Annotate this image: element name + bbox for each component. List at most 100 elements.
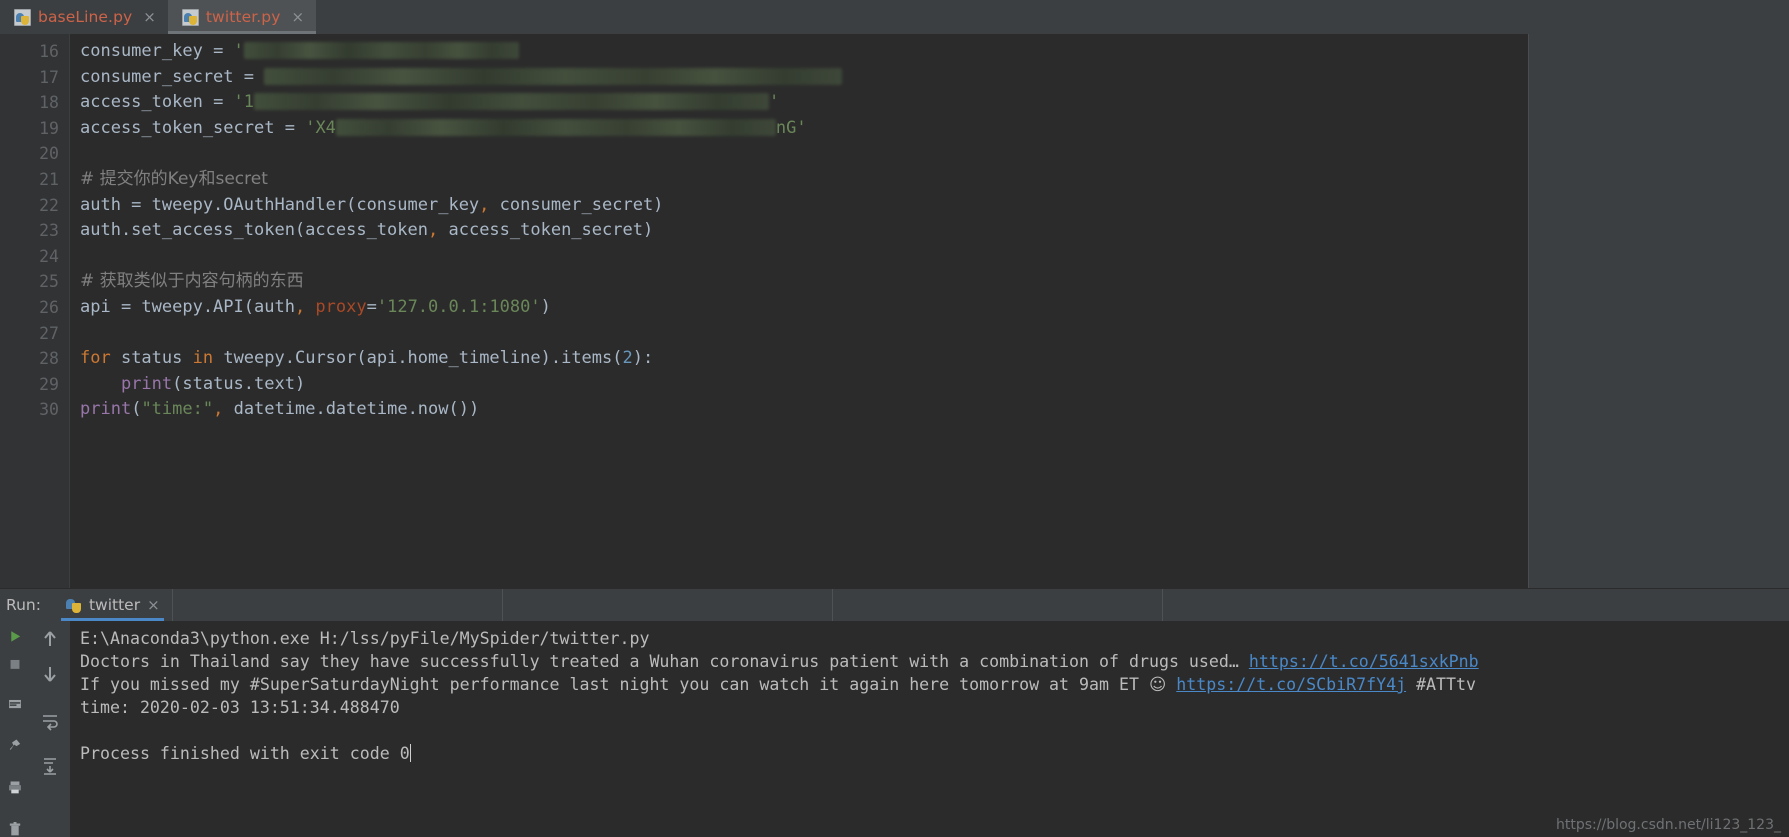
redacted-secret xyxy=(243,42,519,59)
code-token: tweepy.Cursor(api.home_timeline).items( xyxy=(213,348,623,369)
editor-tab-baseline[interactable]: baseLine.py × xyxy=(0,0,168,34)
close-icon[interactable]: × xyxy=(292,9,305,25)
close-icon[interactable]: × xyxy=(147,596,160,614)
line-number: 19 xyxy=(39,118,59,138)
print-button[interactable] xyxy=(5,780,25,795)
code-token: = xyxy=(202,92,234,113)
code-token: ' xyxy=(233,92,244,113)
python-file-icon xyxy=(181,8,199,26)
code-token: ' xyxy=(233,41,244,61)
code-token: ): xyxy=(632,348,654,369)
line-number: 29 xyxy=(39,374,59,394)
console-text: Doctors in Thailand say they have succes… xyxy=(80,652,1249,671)
line-number: 22 xyxy=(39,195,59,215)
run-tool-window-body: E:\Anaconda3\python.exe H:/lss/pyFile/My… xyxy=(0,621,1789,837)
code-token: "time:" xyxy=(141,399,214,420)
code-token: print xyxy=(80,399,132,420)
run-tool-window-header: Run: twitter × xyxy=(0,588,1789,621)
code-line: consumer_key = ' xyxy=(80,39,1528,65)
code-token: in xyxy=(192,348,214,369)
run-header-divider xyxy=(171,589,502,621)
code-token: 1 xyxy=(243,92,255,113)
code-token: ( xyxy=(131,399,142,420)
code-token: ' xyxy=(305,117,316,138)
pycharm-window: baseLine.py × twitter.py × 16 17 18 19 2… xyxy=(0,0,1789,837)
console-caret xyxy=(409,744,411,762)
code-line: auth.set_access_token(access_token, acce… xyxy=(80,218,1528,244)
line-number: 27 xyxy=(39,323,59,343)
run-console-output[interactable]: E:\Anaconda3\python.exe H:/lss/pyFile/My… xyxy=(70,621,1789,837)
soft-wrap-icon[interactable] xyxy=(40,711,60,731)
line-number: 26 xyxy=(39,297,59,317)
line-number: 28 xyxy=(39,349,59,369)
code-token: (status.text) xyxy=(172,373,306,394)
code-token: for xyxy=(80,348,111,369)
down-stack-icon[interactable] xyxy=(40,664,60,684)
scroll-to-end-icon[interactable] xyxy=(40,756,60,776)
console-line: time: 2020-02-03 13:51:34.488470 xyxy=(80,698,400,717)
code-token: , xyxy=(479,194,490,215)
code-content[interactable]: consumer_key = ' consumer_secret = acces… xyxy=(70,34,1528,588)
python-run-icon xyxy=(64,596,82,614)
editor-area: 16 17 18 19 20 21 22 23 24 25 26 27 28 2… xyxy=(0,34,1789,588)
run-header-divider xyxy=(501,589,832,621)
code-token: consumer_secret) xyxy=(489,194,664,215)
code-token: api = tweepy.API(auth xyxy=(80,296,295,317)
line-number-gutter: 16 17 18 19 20 21 22 23 24 25 26 27 28 2… xyxy=(0,34,70,588)
code-token: X4 xyxy=(315,117,336,138)
line-number: 30 xyxy=(39,400,59,420)
editor-tab-twitter[interactable]: twitter.py × xyxy=(167,0,317,34)
code-token: datetime.datetime.now()) xyxy=(223,399,480,420)
code-line: print("time:", datetime.datetime.now()) xyxy=(80,397,1528,423)
stop-button[interactable] xyxy=(5,657,25,672)
run-tab-twitter[interactable]: twitter × xyxy=(53,589,172,621)
console-link[interactable]: https://t.co/5641sxkPnb xyxy=(1249,652,1479,671)
console-button[interactable] xyxy=(5,697,25,712)
console-text: #ATTtv xyxy=(1406,675,1476,694)
redacted-secret xyxy=(254,93,770,111)
code-line: auth = tweepy.OAuthHandler(consumer_key,… xyxy=(80,193,1528,219)
code-token: ) xyxy=(540,296,551,317)
code-line: access_token_secret = 'X4 nG' xyxy=(80,116,1528,142)
run-button[interactable] xyxy=(5,629,25,644)
console-link[interactable]: https://t.co/SCbiR7fY4j xyxy=(1176,675,1406,694)
code-token: access_token xyxy=(80,92,203,113)
code-token: status xyxy=(110,348,193,369)
run-header-divider xyxy=(1161,589,1492,621)
code-line: consumer_secret = xyxy=(80,65,1528,91)
code-line-comment: # 获取类似于内容句柄的东西 xyxy=(80,271,304,292)
code-token: = xyxy=(202,41,234,61)
code-token: consumer_key xyxy=(80,41,203,61)
code-token: = xyxy=(366,296,377,317)
line-number: 16 xyxy=(39,42,59,61)
code-token: auth = tweepy.OAuthHandler(consumer_key xyxy=(80,194,480,215)
code-editor[interactable]: 16 17 18 19 20 21 22 23 24 25 26 27 28 2… xyxy=(0,34,1528,588)
code-token: proxy xyxy=(305,296,367,317)
code-token: access_token_secret) xyxy=(438,220,654,241)
editor-right-margin xyxy=(1528,34,1789,588)
code-line: for status in tweepy.Cursor(api.home_tim… xyxy=(80,346,1528,372)
code-token: '127.0.0.1:1080' xyxy=(376,296,541,317)
python-file-icon xyxy=(14,8,31,26)
line-number: 25 xyxy=(39,272,59,292)
delete-button[interactable] xyxy=(5,822,25,837)
console-line: Doctors in Thailand say they have succes… xyxy=(80,650,1789,673)
smiley-icon: ☺ xyxy=(1148,675,1167,694)
code-line-comment: # 提交你的Key和secret xyxy=(80,168,268,189)
code-token: = xyxy=(274,117,306,138)
code-token: ' xyxy=(769,92,780,113)
close-icon[interactable]: × xyxy=(143,9,156,25)
console-line: If you missed my #SuperSaturdayNight per… xyxy=(80,673,1789,696)
pin-button[interactable] xyxy=(5,738,25,753)
code-token: print xyxy=(120,373,173,394)
line-number: 24 xyxy=(39,246,59,266)
up-stack-icon[interactable] xyxy=(40,629,60,649)
code-line: print(status.text) xyxy=(80,372,1528,398)
line-number: 21 xyxy=(39,169,59,189)
run-label: Run: xyxy=(6,596,41,614)
console-text: Process finished with exit code 0 xyxy=(80,744,410,763)
